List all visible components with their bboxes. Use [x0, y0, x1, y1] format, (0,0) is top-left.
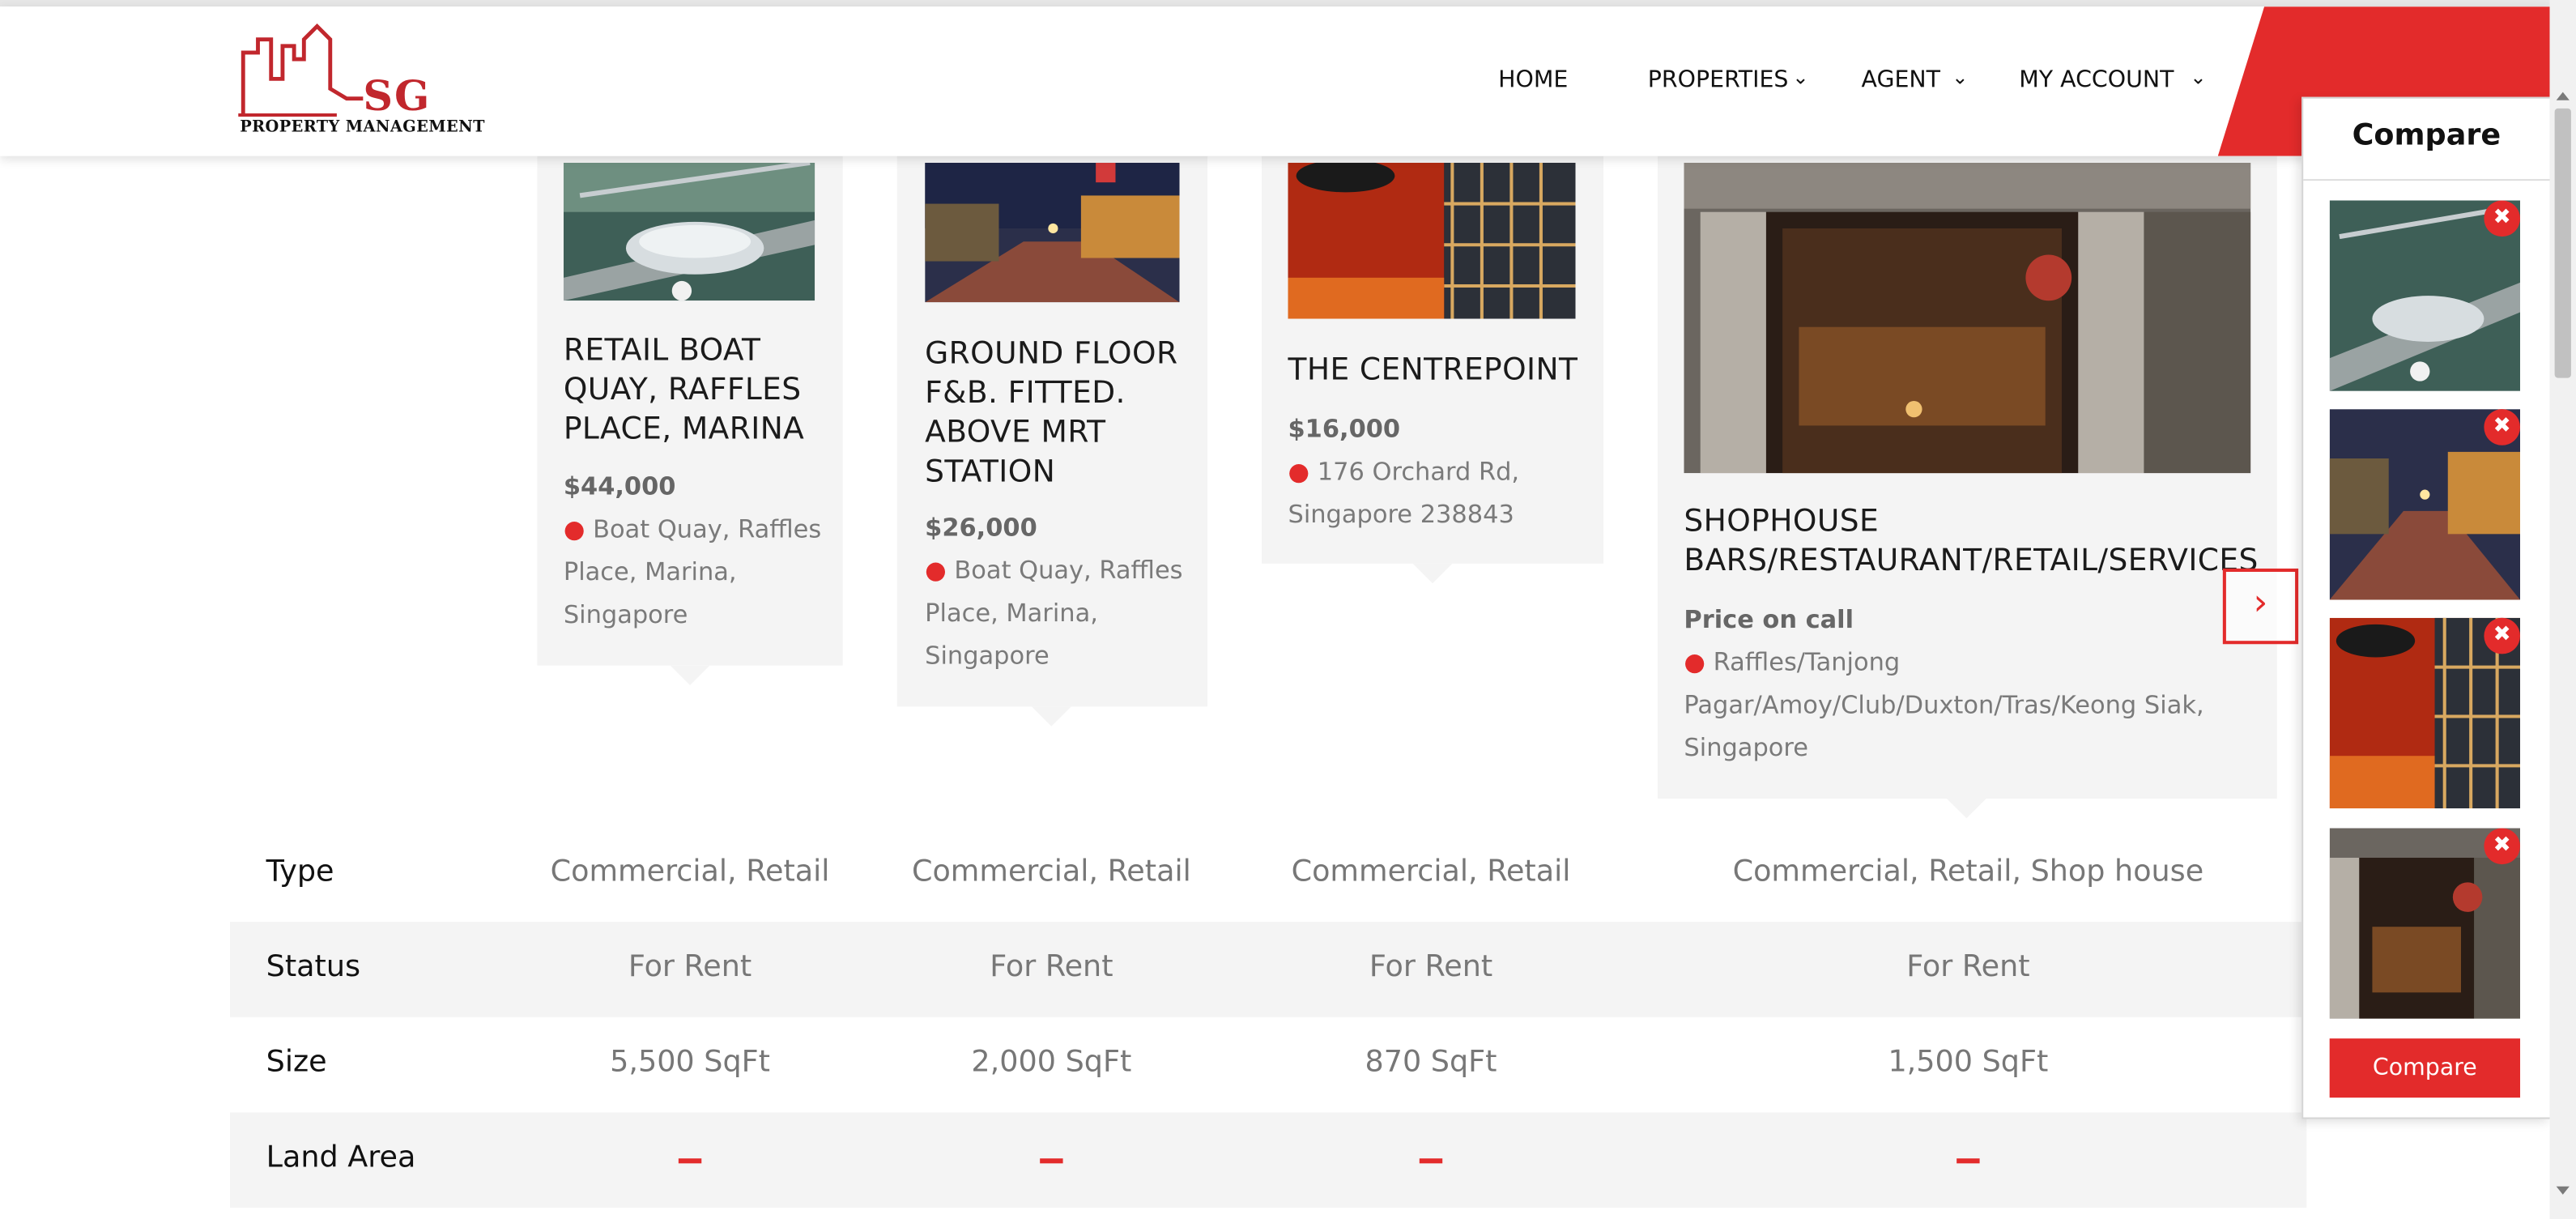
property-card[interactable]: GROUND FLOOR F&B. FITTED. ABOVE MRT STAT… [896, 151, 1208, 727]
row-label: Type [266, 854, 334, 889]
card-pointer [1032, 706, 1071, 727]
property-card[interactable]: RETAIL BOAT QUAY, RAFFLES PLACE, MARINA … [537, 151, 843, 685]
empty-value-dash [1040, 1158, 1063, 1164]
map-pin-icon: ● [925, 555, 947, 586]
property-title[interactable]: THE CENTREPOINT [1288, 352, 1592, 391]
nav-home[interactable]: HOME [1498, 67, 1568, 93]
property-card[interactable]: THE CENTREPOINT $16,000 ● 176 Orchard Rd… [1262, 151, 1604, 584]
table-cell: For Rent [1369, 949, 1493, 985]
property-price: Price on call [1684, 604, 1854, 635]
carousel-next-button[interactable]: › [2222, 568, 2299, 645]
property-photo [1684, 162, 2251, 474]
site-header: SG PROPERTY MANAGEMENT HOME PROPERTIES ⌄… [0, 6, 2550, 156]
row-label: Status [266, 949, 361, 985]
map-pin-icon: ● [1288, 456, 1310, 487]
map-pin-icon: ● [1684, 647, 1705, 677]
table-cell: Commercial, Retail, Shop house [1732, 854, 2204, 889]
property-price: $16,000 [1288, 414, 1401, 444]
property-address: ● Raffles/Tanjong Pagar/Amoy/Club/Duxton… [1684, 647, 2204, 763]
table-cell: 1,500 SqFt [1888, 1045, 2049, 1080]
close-icon: ✖ [2493, 833, 2511, 858]
close-icon: ✖ [2493, 414, 2511, 439]
property-title[interactable]: RETAIL BOAT QUAY, RAFFLES PLACE, MARINA [564, 332, 827, 450]
remove-compare-button[interactable]: ✖ [2484, 617, 2521, 654]
property-photo [925, 162, 1180, 303]
row-label: Land Area [266, 1140, 416, 1175]
property-image[interactable] [1684, 162, 2251, 474]
chevron-down-icon[interactable]: ⌄ [1952, 66, 1968, 88]
table-row: Status For Rent For Rent For Rent For Re… [230, 922, 2307, 1017]
browser-top-border [0, 0, 2576, 7]
table-cell: 5,500 SqFt [610, 1045, 770, 1080]
card-pointer [1412, 563, 1453, 584]
table-row: Size 5,500 SqFt 2,000 SqFt 870 SqFt 1,50… [230, 1017, 2306, 1113]
property-title[interactable]: GROUND FLOOR F&B. FITTED. ABOVE MRT STAT… [925, 335, 1204, 493]
compare-button[interactable]: Compare [2329, 1038, 2521, 1098]
chevron-down-icon[interactable]: ⌄ [2190, 66, 2206, 88]
empty-value-dash [678, 1158, 702, 1164]
remove-compare-button[interactable]: ✖ [2484, 409, 2521, 445]
chevron-right-icon: › [2253, 583, 2268, 624]
property-title[interactable]: SHOPHOUSE BARS/RESTAURANT/RETAIL/SERVICE… [1684, 503, 2275, 582]
table-cell: 2,000 SqFt [971, 1045, 1132, 1080]
property-image[interactable] [1288, 162, 1576, 319]
property-photo [563, 162, 815, 301]
remove-compare-button[interactable]: ✖ [2484, 828, 2521, 865]
card-pointer [1947, 798, 1986, 819]
table-cell: For Rent [990, 949, 1113, 985]
property-photo [1288, 162, 1576, 319]
scrollbar-thumb[interactable] [2554, 108, 2571, 378]
row-label: Size [266, 1045, 327, 1080]
close-icon: ✖ [2493, 622, 2511, 648]
table-cell: 870 SqFt [1365, 1045, 1497, 1080]
property-image[interactable] [925, 162, 1180, 303]
property-price: $26,000 [925, 512, 1037, 543]
empty-value-dash [1419, 1158, 1443, 1164]
compare-panel: Compare ✖ ✖ ✖ ✖ Compare [2301, 96, 2552, 1119]
page-scrollbar[interactable] [2549, 0, 2576, 1219]
property-address: ● Boat Quay, Raffles Place, Marina, Sing… [925, 555, 1183, 671]
nav-my-account[interactable]: MY ACCOUNT [2019, 67, 2174, 93]
table-row: Land Area [230, 1112, 2307, 1208]
table-cell: For Rent [628, 949, 752, 985]
property-address: ● Boat Quay, Raffles Place, Marina, Sing… [563, 514, 822, 629]
nav-properties[interactable]: PROPERTIES [1648, 67, 1789, 93]
property-address: ● 176 Orchard Rd, Singapore 238843 [1288, 456, 1520, 530]
nav-agent[interactable]: AGENT [1862, 67, 1941, 93]
remove-compare-button[interactable]: ✖ [2484, 200, 2521, 237]
property-image[interactable] [563, 162, 815, 301]
property-card[interactable]: SHOPHOUSE BARS/RESTAURANT/RETAIL/SERVICE… [1657, 151, 2277, 819]
table-row: Type Commercial, Retail Commercial, Reta… [230, 826, 2306, 922]
map-pin-icon: ● [563, 514, 585, 544]
page: SG PROPERTY MANAGEMENT HOME PROPERTIES ⌄… [0, 0, 2576, 1219]
table-cell: For Rent [1906, 949, 2030, 985]
scroll-down-icon[interactable] [2556, 1186, 2570, 1195]
card-pointer [670, 665, 710, 685]
divider [2303, 179, 2550, 181]
close-icon: ✖ [2493, 205, 2511, 231]
scroll-up-icon[interactable] [2556, 92, 2570, 100]
empty-value-dash [1956, 1158, 1980, 1164]
table-cell: Commercial, Retail [550, 854, 830, 889]
compare-panel-title: Compare [2352, 118, 2501, 153]
table-cell: Commercial, Retail [1291, 854, 1571, 889]
table-cell: Commercial, Retail [911, 854, 1191, 889]
main-nav: HOME PROPERTIES ⌄ AGENT ⌄ MY ACCOUNT ⌄ [0, 6, 2550, 156]
property-price: $44,000 [563, 471, 676, 501]
chevron-down-icon[interactable]: ⌄ [1792, 66, 1808, 88]
